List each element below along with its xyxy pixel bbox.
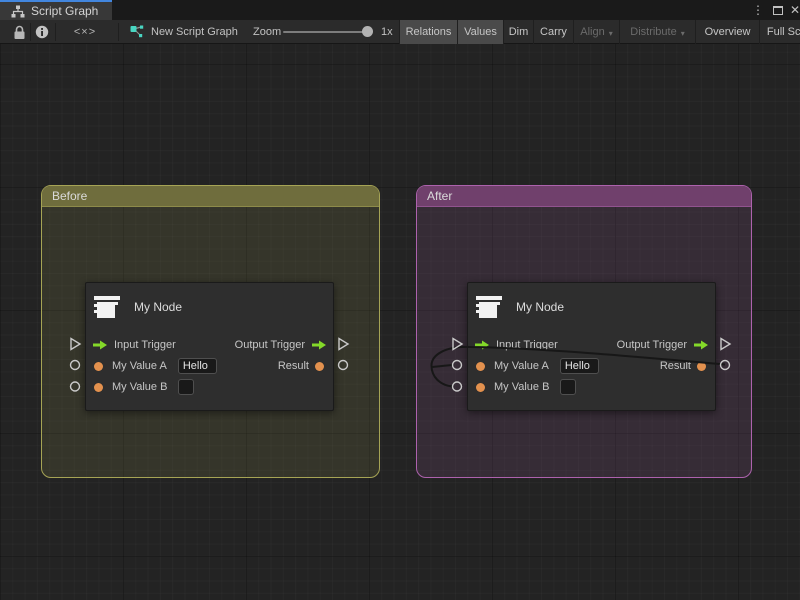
group-after-header[interactable]: After: [417, 186, 751, 207]
value-a-label: My Value A: [112, 360, 167, 372]
value-b-label: My Value B: [494, 381, 549, 393]
align-label: Align: [580, 26, 604, 38]
tab-label: Script Graph: [31, 4, 98, 18]
script-graph-window: Script Graph ⋮ ✕ <×>: [0, 0, 800, 600]
zoom-value: 1x: [381, 20, 393, 44]
value-a-field[interactable]: [178, 358, 217, 374]
distribute-button[interactable]: Distribute ▾: [619, 20, 695, 44]
relations-label: Relations: [406, 26, 452, 38]
tab-strip: Script Graph ⋮ ✕: [0, 0, 800, 20]
node-header: My Node: [476, 296, 564, 318]
node-title: My Node: [134, 300, 182, 314]
info-icon: [35, 25, 49, 39]
lock-icon: [13, 25, 26, 40]
node-my-node-after[interactable]: My Node Input Trigger Output Trigger M: [467, 282, 716, 411]
graph-name-label: New Script Graph: [151, 26, 238, 38]
value-a-field[interactable]: [560, 358, 599, 374]
zoom-slider-track[interactable]: [283, 31, 367, 33]
toolbar-separator: [118, 23, 119, 41]
unit-icon: [94, 296, 120, 318]
trigger-row: Input Trigger Output Trigger: [92, 336, 327, 354]
value-b-row: My Value B: [92, 378, 327, 396]
value-port-dot: [476, 362, 485, 371]
value-port-dot: [94, 362, 103, 371]
tab-script-graph[interactable]: Script Graph: [0, 0, 112, 20]
node-my-node-before[interactable]: My Node Input Trigger Output Trigger M: [85, 282, 334, 411]
group-before-header[interactable]: Before: [42, 186, 379, 207]
carry-button[interactable]: Carry: [533, 20, 573, 44]
value-port-dot: [315, 362, 324, 371]
toolbar-toggle-buttons: Relations Values Dim Carry Align ▾ Distr…: [399, 20, 800, 44]
value-b-field[interactable]: [560, 379, 576, 395]
lock-button[interactable]: [10, 20, 28, 44]
zoom-slider-knob[interactable]: [362, 26, 373, 37]
graph-name-button[interactable]: New Script Graph: [130, 20, 238, 44]
value-port-dot: [476, 383, 485, 392]
maximize-icon[interactable]: [771, 0, 785, 20]
overview-label: Overview: [705, 26, 751, 38]
fullscreen-label: Full Scr: [767, 26, 800, 38]
result-label: Result: [660, 360, 691, 372]
zoom-label: Zoom: [253, 20, 281, 44]
flow-out-arrow-icon: [311, 340, 327, 350]
values-label: Values: [464, 26, 497, 38]
relations-button[interactable]: Relations: [399, 20, 457, 44]
flow-in-arrow-icon: [92, 340, 108, 350]
output-trigger-label: Output Trigger: [235, 339, 305, 351]
node-title: My Node: [516, 300, 564, 314]
unit-icon: [476, 296, 502, 318]
dim-label: Dim: [509, 26, 529, 38]
value-port-dot: [697, 362, 706, 371]
value-b-label: My Value B: [112, 381, 167, 393]
flow-out-arrow-icon: [693, 340, 709, 350]
info-button[interactable]: [33, 20, 51, 44]
trigger-row: Input Trigger Output Trigger: [474, 336, 709, 354]
toolbar-separator: [55, 23, 56, 41]
overview-button[interactable]: Overview: [695, 20, 759, 44]
value-a-label: My Value A: [494, 360, 549, 372]
value-a-row: My Value A Result: [474, 357, 709, 375]
result-label: Result: [278, 360, 309, 372]
output-trigger-label: Output Trigger: [617, 339, 687, 351]
toolbar-separator: [30, 23, 31, 41]
code-toggle-label: <×>: [74, 26, 96, 38]
new-graph-icon: [130, 25, 144, 39]
values-button[interactable]: Values: [457, 20, 503, 44]
maximize-glyph: [773, 6, 783, 15]
dim-button[interactable]: Dim: [503, 20, 533, 44]
input-trigger-label: Input Trigger: [496, 339, 558, 351]
flow-in-arrow-icon: [474, 340, 490, 350]
distribute-label: Distribute: [630, 26, 676, 38]
fullscreen-button[interactable]: Full Scr: [759, 20, 800, 44]
hierarchy-icon: [11, 5, 25, 18]
align-button[interactable]: Align ▾: [573, 20, 619, 44]
value-a-row: My Value A Result: [92, 357, 327, 375]
value-port-dot: [94, 383, 103, 392]
carry-label: Carry: [540, 26, 567, 38]
graph-toolbar: <×> New Script Graph Zoom 1x Relations V…: [0, 20, 800, 44]
node-header: My Node: [94, 296, 182, 318]
chevron-down-icon: ▾: [609, 29, 613, 38]
group-after-title: After: [427, 189, 452, 203]
value-b-field[interactable]: [178, 379, 194, 395]
chevron-down-icon: ▾: [681, 29, 685, 38]
value-b-row: My Value B: [474, 378, 709, 396]
graph-canvas[interactable]: Before After My Node Input Trigg: [0, 44, 800, 600]
input-trigger-label: Input Trigger: [114, 339, 176, 351]
close-icon[interactable]: ✕: [788, 0, 800, 20]
group-before-title: Before: [52, 189, 87, 203]
code-toggle-button[interactable]: <×>: [68, 20, 102, 44]
kebab-menu-icon[interactable]: ⋮: [751, 0, 765, 20]
